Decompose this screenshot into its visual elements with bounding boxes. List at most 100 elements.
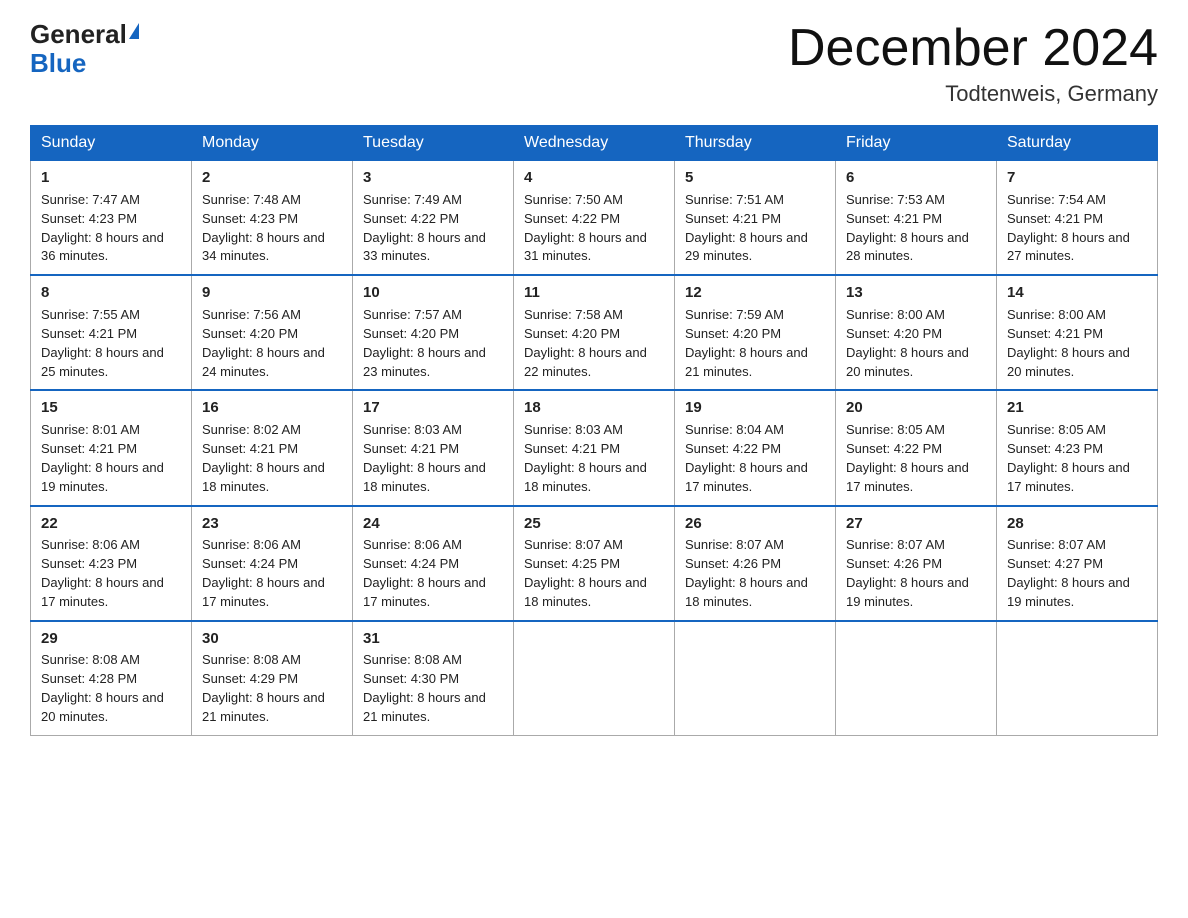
day-number: 28 (1007, 513, 1147, 535)
day-sunset: Sunset: 4:21 PM (41, 441, 137, 456)
day-sunset: Sunset: 4:24 PM (202, 556, 298, 571)
day-number: 3 (363, 167, 503, 189)
day-sunrise: Sunrise: 8:06 AM (363, 537, 462, 552)
weekday-header-monday: Monday (192, 126, 353, 161)
day-number: 21 (1007, 397, 1147, 419)
day-daylight: Daylight: 8 hours and 18 minutes. (363, 460, 486, 494)
day-daylight: Daylight: 8 hours and 18 minutes. (524, 460, 647, 494)
day-number: 9 (202, 282, 342, 304)
calendar-day-cell: 10 Sunrise: 7:57 AM Sunset: 4:20 PM Dayl… (353, 275, 514, 390)
calendar-day-cell: 21 Sunrise: 8:05 AM Sunset: 4:23 PM Dayl… (997, 390, 1158, 505)
calendar-day-cell: 28 Sunrise: 8:07 AM Sunset: 4:27 PM Dayl… (997, 506, 1158, 621)
day-daylight: Daylight: 8 hours and 20 minutes. (41, 690, 164, 724)
day-daylight: Daylight: 8 hours and 36 minutes. (41, 230, 164, 264)
day-sunset: Sunset: 4:21 PM (1007, 326, 1103, 341)
day-sunrise: Sunrise: 7:58 AM (524, 307, 623, 322)
calendar-day-cell: 1 Sunrise: 7:47 AM Sunset: 4:23 PM Dayli… (31, 161, 192, 276)
day-sunset: Sunset: 4:23 PM (41, 211, 137, 226)
calendar-day-cell: 4 Sunrise: 7:50 AM Sunset: 4:22 PM Dayli… (514, 161, 675, 276)
day-sunrise: Sunrise: 8:08 AM (41, 652, 140, 667)
day-daylight: Daylight: 8 hours and 18 minutes. (685, 575, 808, 609)
day-daylight: Daylight: 8 hours and 34 minutes. (202, 230, 325, 264)
day-daylight: Daylight: 8 hours and 21 minutes. (685, 345, 808, 379)
day-daylight: Daylight: 8 hours and 20 minutes. (1007, 345, 1130, 379)
day-sunrise: Sunrise: 8:03 AM (524, 422, 623, 437)
day-number: 25 (524, 513, 664, 535)
calendar-week-row: 1 Sunrise: 7:47 AM Sunset: 4:23 PM Dayli… (31, 161, 1158, 276)
calendar-day-cell: 2 Sunrise: 7:48 AM Sunset: 4:23 PM Dayli… (192, 161, 353, 276)
calendar-day-cell: 22 Sunrise: 8:06 AM Sunset: 4:23 PM Dayl… (31, 506, 192, 621)
calendar-day-cell (997, 621, 1158, 736)
page-header: General Blue December 2024 Todtenweis, G… (30, 20, 1158, 107)
calendar-day-cell: 14 Sunrise: 8:00 AM Sunset: 4:21 PM Dayl… (997, 275, 1158, 390)
day-sunrise: Sunrise: 8:06 AM (41, 537, 140, 552)
day-number: 10 (363, 282, 503, 304)
calendar-day-cell: 19 Sunrise: 8:04 AM Sunset: 4:22 PM Dayl… (675, 390, 836, 505)
day-sunset: Sunset: 4:28 PM (41, 671, 137, 686)
day-sunset: Sunset: 4:21 PM (685, 211, 781, 226)
day-sunrise: Sunrise: 8:07 AM (524, 537, 623, 552)
day-daylight: Daylight: 8 hours and 19 minutes. (1007, 575, 1130, 609)
title-block: December 2024 Todtenweis, Germany (788, 20, 1158, 107)
weekday-header-friday: Friday (836, 126, 997, 161)
day-sunrise: Sunrise: 7:50 AM (524, 192, 623, 207)
day-daylight: Daylight: 8 hours and 23 minutes. (363, 345, 486, 379)
day-daylight: Daylight: 8 hours and 24 minutes. (202, 345, 325, 379)
calendar-week-row: 8 Sunrise: 7:55 AM Sunset: 4:21 PM Dayli… (31, 275, 1158, 390)
day-sunrise: Sunrise: 8:01 AM (41, 422, 140, 437)
day-number: 12 (685, 282, 825, 304)
month-title: December 2024 (788, 20, 1158, 77)
location-title: Todtenweis, Germany (788, 81, 1158, 107)
day-number: 6 (846, 167, 986, 189)
day-number: 4 (524, 167, 664, 189)
day-sunset: Sunset: 4:20 PM (685, 326, 781, 341)
calendar-day-cell: 7 Sunrise: 7:54 AM Sunset: 4:21 PM Dayli… (997, 161, 1158, 276)
day-number: 20 (846, 397, 986, 419)
day-sunrise: Sunrise: 8:04 AM (685, 422, 784, 437)
day-sunrise: Sunrise: 7:59 AM (685, 307, 784, 322)
day-number: 29 (41, 628, 181, 650)
calendar-week-row: 15 Sunrise: 8:01 AM Sunset: 4:21 PM Dayl… (31, 390, 1158, 505)
day-number: 8 (41, 282, 181, 304)
day-sunset: Sunset: 4:21 PM (363, 441, 459, 456)
day-sunset: Sunset: 4:20 PM (524, 326, 620, 341)
day-number: 2 (202, 167, 342, 189)
calendar-day-cell (836, 621, 997, 736)
day-daylight: Daylight: 8 hours and 33 minutes. (363, 230, 486, 264)
day-sunrise: Sunrise: 7:49 AM (363, 192, 462, 207)
day-daylight: Daylight: 8 hours and 17 minutes. (846, 460, 969, 494)
calendar-day-cell: 13 Sunrise: 8:00 AM Sunset: 4:20 PM Dayl… (836, 275, 997, 390)
weekday-header-row: SundayMondayTuesdayWednesdayThursdayFrid… (31, 126, 1158, 161)
day-sunrise: Sunrise: 7:53 AM (846, 192, 945, 207)
day-number: 24 (363, 513, 503, 535)
day-sunrise: Sunrise: 8:06 AM (202, 537, 301, 552)
calendar-day-cell: 6 Sunrise: 7:53 AM Sunset: 4:21 PM Dayli… (836, 161, 997, 276)
day-daylight: Daylight: 8 hours and 28 minutes. (846, 230, 969, 264)
day-daylight: Daylight: 8 hours and 18 minutes. (524, 575, 647, 609)
day-number: 23 (202, 513, 342, 535)
day-number: 13 (846, 282, 986, 304)
calendar-day-cell: 26 Sunrise: 8:07 AM Sunset: 4:26 PM Dayl… (675, 506, 836, 621)
calendar-day-cell: 9 Sunrise: 7:56 AM Sunset: 4:20 PM Dayli… (192, 275, 353, 390)
calendar-table: SundayMondayTuesdayWednesdayThursdayFrid… (30, 125, 1158, 736)
day-daylight: Daylight: 8 hours and 17 minutes. (202, 575, 325, 609)
day-sunset: Sunset: 4:22 PM (363, 211, 459, 226)
day-number: 7 (1007, 167, 1147, 189)
day-sunset: Sunset: 4:21 PM (41, 326, 137, 341)
calendar-day-cell: 31 Sunrise: 8:08 AM Sunset: 4:30 PM Dayl… (353, 621, 514, 736)
day-sunrise: Sunrise: 8:02 AM (202, 422, 301, 437)
calendar-day-cell: 3 Sunrise: 7:49 AM Sunset: 4:22 PM Dayli… (353, 161, 514, 276)
day-sunset: Sunset: 4:26 PM (846, 556, 942, 571)
day-sunset: Sunset: 4:23 PM (41, 556, 137, 571)
day-sunset: Sunset: 4:29 PM (202, 671, 298, 686)
calendar-day-cell: 24 Sunrise: 8:06 AM Sunset: 4:24 PM Dayl… (353, 506, 514, 621)
day-number: 19 (685, 397, 825, 419)
day-daylight: Daylight: 8 hours and 17 minutes. (1007, 460, 1130, 494)
day-daylight: Daylight: 8 hours and 21 minutes. (363, 690, 486, 724)
calendar-day-cell: 12 Sunrise: 7:59 AM Sunset: 4:20 PM Dayl… (675, 275, 836, 390)
day-number: 26 (685, 513, 825, 535)
day-number: 30 (202, 628, 342, 650)
day-sunrise: Sunrise: 8:03 AM (363, 422, 462, 437)
day-daylight: Daylight: 8 hours and 29 minutes. (685, 230, 808, 264)
day-sunrise: Sunrise: 8:00 AM (846, 307, 945, 322)
